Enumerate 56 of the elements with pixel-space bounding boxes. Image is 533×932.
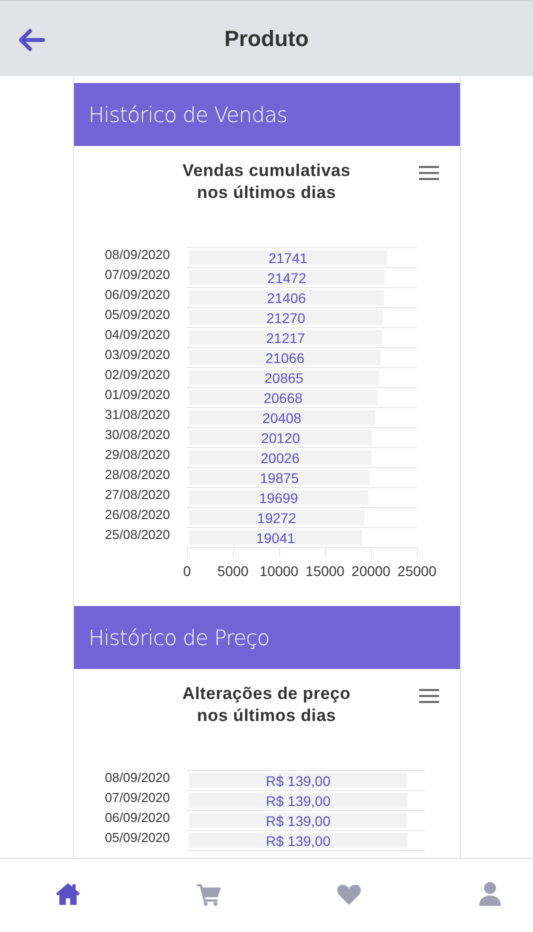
date-label: 02/09/2020: [104, 367, 170, 382]
date-label: 03/09/2020: [104, 347, 170, 362]
home-icon: [55, 880, 81, 906]
bar-value-label: R$ 139,00: [265, 813, 330, 829]
axis-tick-label: 5000: [216, 563, 248, 579]
page-title: Produto: [224, 26, 309, 52]
axis-tick-label: 25000: [397, 563, 436, 579]
axis-tick-label: 10000: [259, 563, 298, 579]
bar-value-label: R$ 139,00: [265, 833, 330, 849]
bar-value-label: 21741: [268, 250, 307, 266]
date-label: 08/09/2020: [104, 247, 170, 262]
menu-icon: [418, 689, 438, 703]
date-label: 28/08/2020: [104, 467, 170, 482]
date-label: 25/08/2020: [104, 527, 170, 542]
bar-value-label: 19041: [256, 530, 295, 546]
date-label: 06/09/2020: [104, 810, 170, 825]
menu-button[interactable]: [418, 166, 438, 180]
user-icon: [476, 880, 503, 906]
date-label: 08/09/2020: [104, 770, 170, 785]
bar-value-label: 19272: [256, 510, 296, 526]
date-label: 26/08/2020: [104, 507, 170, 522]
date-label: 01/09/2020: [104, 387, 170, 402]
date-label: 07/09/2020: [104, 790, 170, 805]
bar-value-label: R$ 139,00: [265, 773, 330, 789]
section-title: Histórico de Vendas: [88, 102, 288, 126]
date-label: 29/08/2020: [104, 447, 170, 462]
bar-value-label: 21217: [266, 330, 305, 346]
axis-tick-label: 0: [182, 563, 190, 579]
date-label: 04/09/2020: [104, 327, 170, 342]
chart-title: Alterações de preço nos últimos dias: [181, 683, 352, 727]
chart-title: Vendas cumulativas nos últimos dias: [182, 160, 352, 204]
menu-icon: [418, 166, 438, 180]
back-arrow-icon: [17, 28, 45, 52]
date-label: 05/09/2020: [104, 830, 170, 845]
bar-value-label: 21406: [266, 290, 306, 306]
bar-value-label: 21472: [266, 270, 306, 286]
bar-value-label: 20408: [262, 410, 301, 426]
date-label: 31/08/2020: [104, 407, 170, 422]
date-label: 30/08/2020: [104, 427, 170, 442]
bar-value-label: 19875: [259, 470, 298, 486]
menu-button[interactable]: [418, 689, 438, 703]
bar-value-label: 20668: [263, 390, 302, 406]
axis-tick-label: 15000: [305, 563, 344, 579]
bar-value-label: 21270: [266, 310, 305, 326]
axis-tick-label: 20000: [351, 563, 390, 579]
date-label: 05/09/2020: [104, 307, 170, 322]
bar-value-label: 20026: [260, 450, 300, 466]
bar-value-label: 19699: [258, 490, 298, 506]
bar-value-label: 21066: [264, 350, 304, 366]
bar-value-label: 20865: [264, 370, 303, 386]
bar-value-label: R$ 139,00: [265, 793, 330, 809]
date-label: 07/09/2020: [104, 267, 170, 282]
bar-value-label: 20120: [260, 430, 300, 446]
date-label: 27/08/2020: [104, 487, 170, 502]
section-title: Histórico de Preço: [88, 626, 270, 650]
date-label: 06/09/2020: [104, 287, 170, 302]
